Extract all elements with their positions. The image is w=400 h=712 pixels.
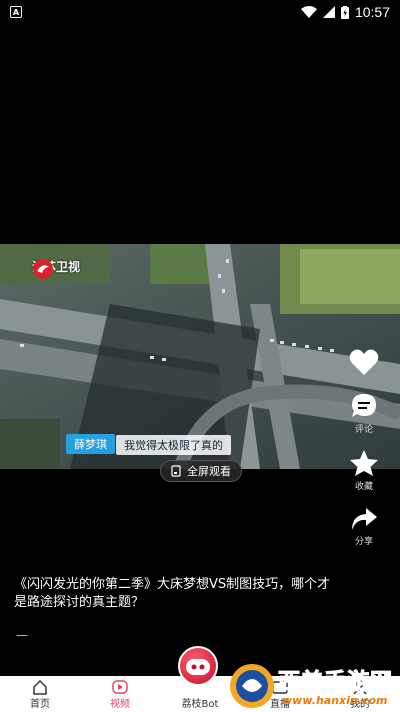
- notification-icon: A: [10, 6, 22, 18]
- battery-icon: [340, 5, 349, 19]
- nav-home[interactable]: 首页: [0, 679, 80, 712]
- fullscreen-icon: [171, 465, 181, 477]
- video-caption[interactable]: 《闪闪发光的你第二季》大床梦想VS制图技巧，哪个才是路途探讨的真主题？: [14, 576, 334, 612]
- bot-face-icon: [186, 659, 210, 675]
- signal-icon: [322, 6, 335, 18]
- nav-home-label: 首页: [30, 699, 50, 710]
- home-icon: [33, 679, 47, 695]
- wifi-icon: [300, 6, 317, 18]
- comment-icon: [352, 394, 376, 417]
- action-column: 评论 收藏 分享: [340, 348, 388, 561]
- share-icon: [352, 508, 377, 530]
- caption-extra: —: [16, 628, 28, 642]
- fullscreen-button[interactable]: 全屏观看: [160, 460, 242, 482]
- star-icon: [350, 450, 378, 476]
- status-bar: A 10:57: [0, 0, 400, 24]
- fullscreen-label: 全屏观看: [187, 465, 231, 478]
- nav-bot-label: 荔枝Bot: [181, 699, 219, 710]
- comment-label: 评论: [354, 425, 373, 435]
- nav-video[interactable]: 视频: [80, 679, 160, 712]
- like-button[interactable]: [340, 348, 388, 378]
- watermark-text: 西美手游网: [277, 670, 394, 696]
- favorite-button[interactable]: 收藏: [340, 449, 388, 492]
- subtitle-text: 我觉得太极限了真的: [116, 435, 231, 455]
- comment-button[interactable]: 评论: [340, 392, 388, 435]
- channel-logo-icon: [33, 259, 53, 279]
- share-label: 分享: [354, 537, 373, 547]
- subtitle-speaker: 薛梦琪: [66, 434, 115, 454]
- watermark-url: www.hanxin.com: [282, 694, 388, 707]
- share-button[interactable]: 分享: [340, 506, 388, 547]
- clock: 10:57: [354, 4, 390, 20]
- channel-logo: 江苏卫视: [32, 258, 80, 279]
- nav-video-label: 视频: [110, 699, 130, 710]
- site-watermark: 西美手游网 www.hanxin.com: [226, 660, 398, 712]
- watermark-logo: [230, 664, 274, 708]
- favorite-label: 收藏: [354, 482, 373, 492]
- bot-button[interactable]: [178, 646, 218, 686]
- video-icon: [112, 680, 128, 694]
- heart-icon: [349, 349, 379, 375]
